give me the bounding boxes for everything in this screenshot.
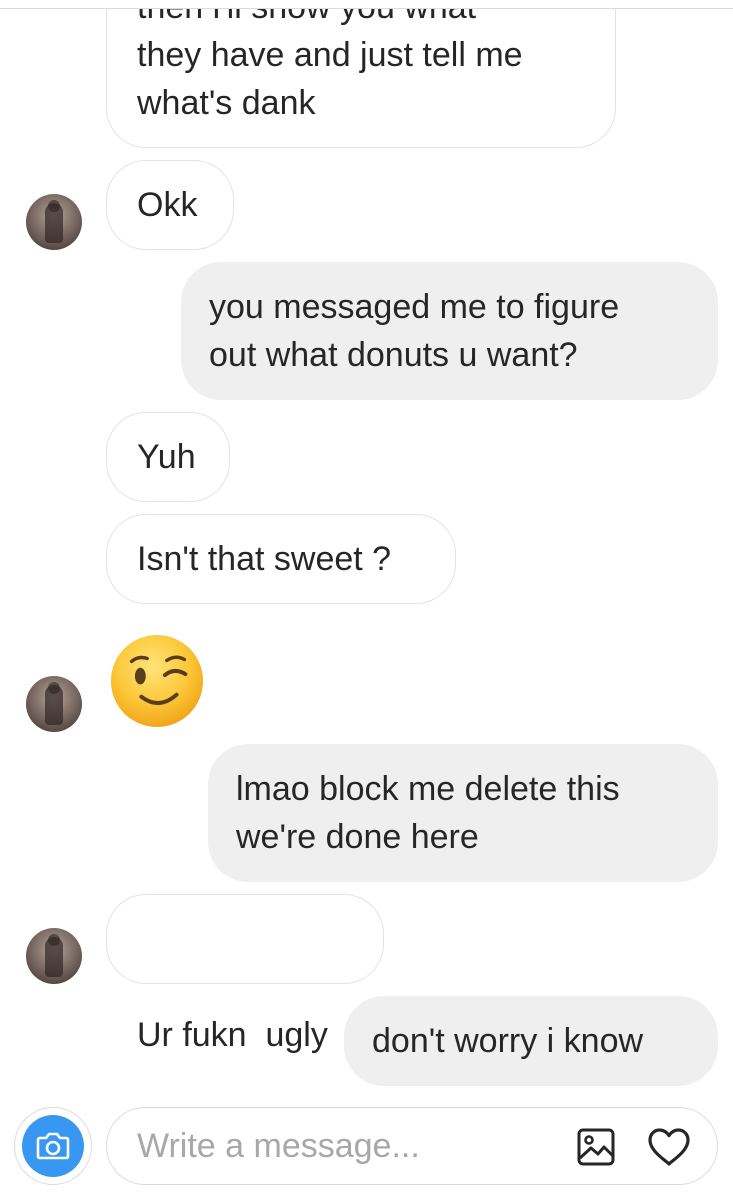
message-composer xyxy=(14,1107,718,1185)
message-text: don't worry i know xyxy=(372,1022,644,1060)
message-input-container[interactable] xyxy=(106,1107,718,1185)
message-text: Isn't that sweet ? xyxy=(137,540,392,578)
message-bubble-outgoing[interactable]: you messaged me to figure out what donut… xyxy=(181,262,718,400)
gallery-icon[interactable] xyxy=(577,1128,615,1166)
message-text: you messaged me to figure xyxy=(209,288,620,326)
message-text: we're done here xyxy=(236,818,479,856)
message-input[interactable] xyxy=(137,1120,557,1172)
message-bubble-incoming[interactable]: Isn't that sweet ? xyxy=(106,514,456,604)
message-text: out what donuts u want? xyxy=(209,336,578,374)
avatar[interactable] xyxy=(26,194,82,250)
avatar[interactable] xyxy=(26,928,82,984)
message-bubble-outgoing[interactable]: don't worry i know xyxy=(344,996,718,1086)
message-text: they have and just tell me xyxy=(137,36,523,74)
avatar[interactable] xyxy=(26,676,82,732)
message-text: Okk xyxy=(137,186,198,224)
message-bubble-incoming[interactable]: Okk xyxy=(106,160,234,250)
camera-button[interactable] xyxy=(14,1107,92,1185)
message-bubble-outgoing[interactable]: lmao block me delete this we're done her… xyxy=(208,744,718,882)
message-bubble-incoming[interactable]: then i'll show you what they have and ju… xyxy=(106,0,616,148)
scroll-mask xyxy=(0,0,733,8)
avatar-figure xyxy=(45,685,63,725)
winking-face-emoji[interactable] xyxy=(108,632,206,730)
top-divider xyxy=(0,8,733,9)
avatar-figure xyxy=(45,937,63,977)
message-text: lmao block me delete this xyxy=(236,770,620,808)
avatar-figure xyxy=(45,203,63,243)
message-bubble-incoming[interactable]: Yuh xyxy=(106,412,230,502)
camera-icon xyxy=(22,1115,84,1177)
message-bubble-incoming[interactable]: Ur fukn ugly xyxy=(106,894,384,1054)
message-text: Yuh xyxy=(137,438,196,476)
message-text: Ur fukn ugly xyxy=(137,1016,328,1054)
heart-icon[interactable] xyxy=(647,1126,691,1168)
message-text: what's dank xyxy=(137,84,316,122)
